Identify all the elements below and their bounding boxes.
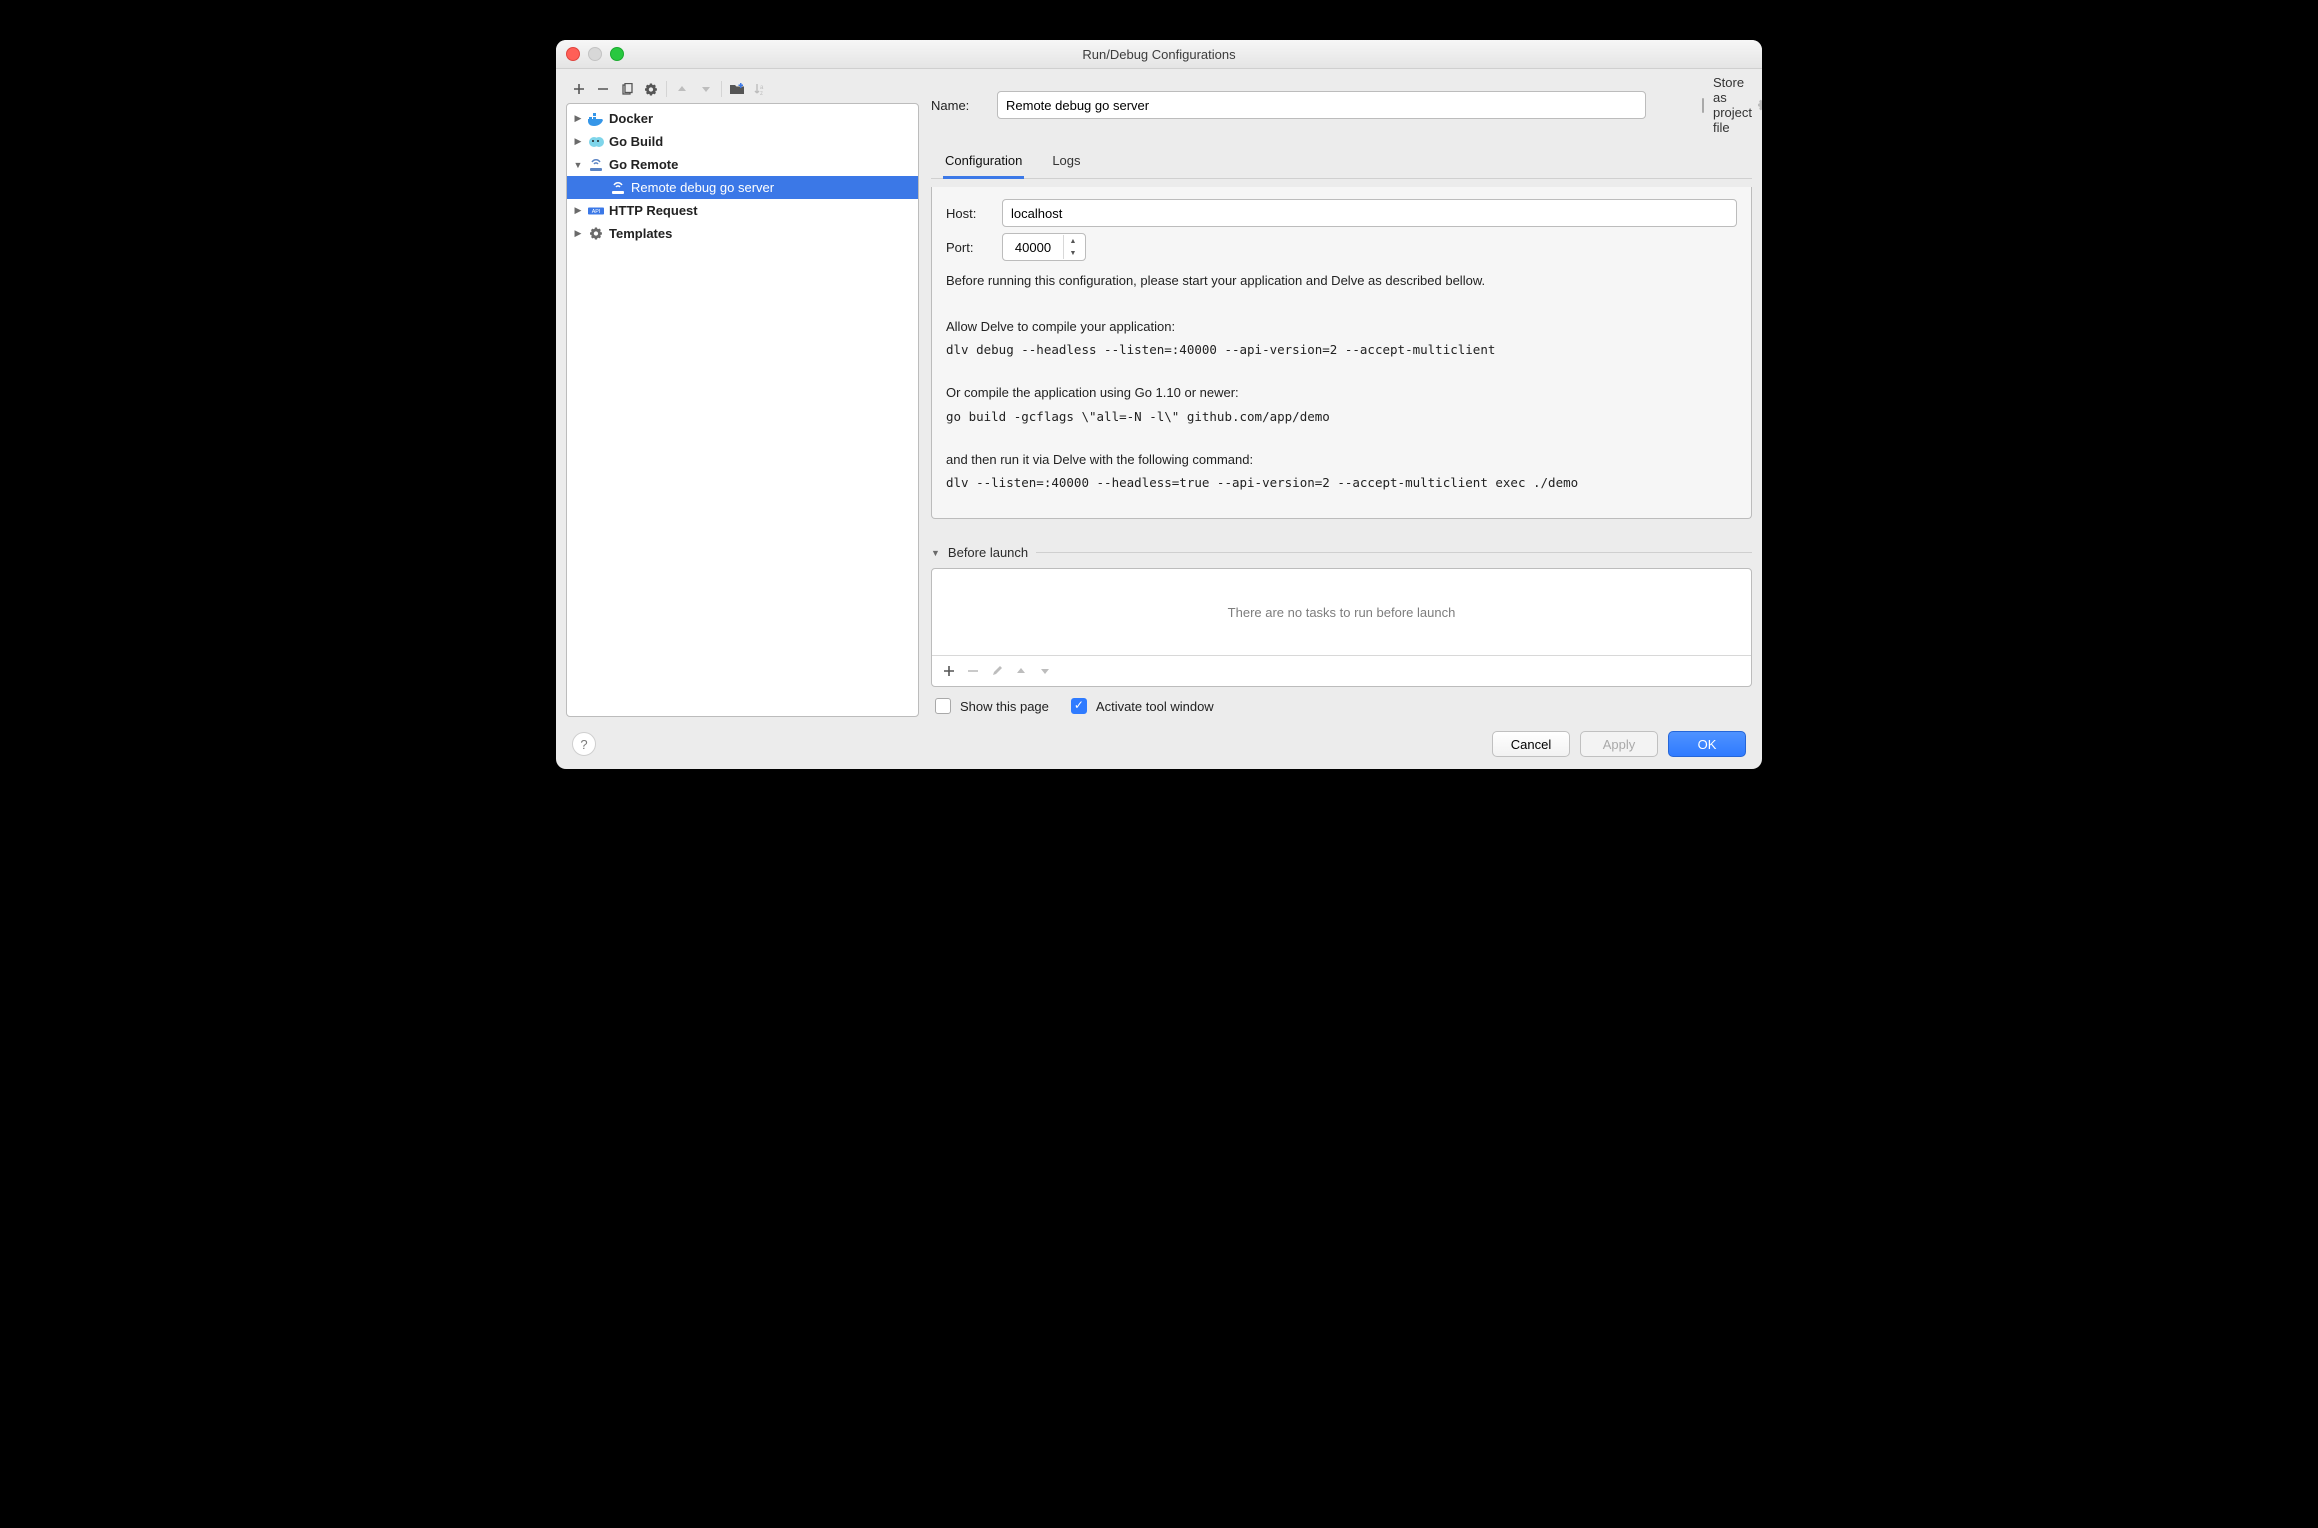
task-move-down-button[interactable] <box>1034 660 1056 682</box>
activate-tool-window-label: Activate tool window <box>1096 699 1214 714</box>
port-field[interactable] <box>1003 239 1063 256</box>
dialog-window: Run/Debug Configurations <box>556 40 1762 769</box>
activate-tool-window-check[interactable]: Activate tool window <box>1067 695 1214 717</box>
titlebar: Run/Debug Configurations <box>556 40 1762 69</box>
before-launch-list: There are no tasks to run before launch <box>931 568 1752 687</box>
info-line-2: Allow Delve to compile your application: <box>946 317 1737 337</box>
move-up-button[interactable] <box>671 78 693 100</box>
collapse-icon: ▼ <box>573 160 583 170</box>
show-this-page-label: Show this page <box>960 699 1049 714</box>
name-row: Name: Store as project file <box>931 75 1752 135</box>
window-minimize-button[interactable] <box>588 47 602 61</box>
go-build-icon <box>588 134 604 150</box>
main-panel: Name: Store as project file Configuratio… <box>931 75 1752 717</box>
config-tree[interactable]: ▶ Docker ▶ Go Build ▼ Go Remote <box>566 103 919 717</box>
expand-icon: ▶ <box>573 205 583 216</box>
tree-label: Remote debug go server <box>631 180 774 195</box>
toolbar-separator <box>666 81 667 97</box>
sidebar-toolbar: az <box>566 75 919 103</box>
show-this-page-check[interactable]: Show this page <box>931 695 1049 717</box>
sort-button[interactable]: az <box>750 78 772 100</box>
task-edit-button[interactable] <box>986 660 1008 682</box>
port-row: Port: ▲ ▼ <box>946 233 1737 261</box>
info-line-4: and then run it via Delve with the follo… <box>946 450 1737 470</box>
divider <box>1036 552 1752 553</box>
host-label: Host: <box>946 206 990 221</box>
configuration-panel: Host: Port: ▲ ▼ <box>931 187 1752 519</box>
apply-button[interactable]: Apply <box>1580 731 1658 757</box>
store-label: Store as project file <box>1713 75 1752 135</box>
svg-text:API: API <box>592 209 601 215</box>
tree-node-remote-debug-go-server[interactable]: Remote debug go server <box>567 176 918 199</box>
host-field[interactable] <box>1002 199 1737 227</box>
task-move-up-button[interactable] <box>1010 660 1032 682</box>
gear-icon[interactable] <box>1758 98 1762 112</box>
command-3: dlv --listen=:40000 --headless=true --ap… <box>946 475 1737 490</box>
folder-button[interactable] <box>726 78 748 100</box>
ok-button[interactable]: OK <box>1668 731 1746 757</box>
remove-config-button[interactable] <box>592 78 614 100</box>
tree-label: Go Remote <box>609 157 678 172</box>
port-step-up[interactable]: ▲ <box>1064 235 1082 247</box>
add-config-button[interactable] <box>568 78 590 100</box>
tree-label: HTTP Request <box>609 203 698 218</box>
expand-icon: ▶ <box>573 136 583 147</box>
tree-label: Go Build <box>609 134 663 149</box>
tree-label: Templates <box>609 226 672 241</box>
show-this-page-checkbox[interactable] <box>935 698 951 714</box>
http-request-icon: API <box>588 203 604 219</box>
store-checkbox[interactable] <box>1702 98 1704 113</box>
name-field[interactable] <box>997 91 1646 119</box>
before-launch-title: Before launch <box>948 545 1028 560</box>
store-as-project-file[interactable]: Store as project file <box>1698 75 1752 135</box>
port-stepper[interactable]: ▲ ▼ <box>1002 233 1086 261</box>
go-remote-leaf-icon <box>610 180 626 196</box>
before-launch-toolbar <box>932 655 1751 686</box>
port-label: Port: <box>946 240 990 255</box>
window-close-button[interactable] <box>566 47 580 61</box>
templates-icon <box>588 226 604 242</box>
expand-icon: ▶ <box>573 228 583 239</box>
go-remote-icon <box>588 157 604 173</box>
window-title: Run/Debug Configurations <box>556 47 1762 62</box>
tree-node-docker[interactable]: ▶ Docker <box>567 107 918 130</box>
traffic-lights <box>566 47 624 61</box>
svg-text:z: z <box>760 91 763 96</box>
collapse-icon[interactable]: ▼ <box>931 548 940 558</box>
tab-logs[interactable]: Logs <box>1050 149 1082 178</box>
expand-icon: ▶ <box>573 113 583 124</box>
before-launch-section: ▼ Before launch There are no tasks to ru… <box>931 545 1752 717</box>
tree-node-go-remote[interactable]: ▼ Go Remote <box>567 153 918 176</box>
activate-tool-window-checkbox[interactable] <box>1071 698 1087 714</box>
info-line-1: Before running this configuration, pleas… <box>946 271 1737 291</box>
before-launch-empty-text: There are no tasks to run before launch <box>932 569 1751 655</box>
tabs: Configuration Logs <box>931 143 1752 179</box>
port-step-down[interactable]: ▼ <box>1064 247 1082 259</box>
copy-config-button[interactable] <box>616 78 638 100</box>
help-button[interactable]: ? <box>572 732 596 756</box>
info-line-3: Or compile the application using Go 1.10… <box>946 383 1737 403</box>
cancel-button[interactable]: Cancel <box>1492 731 1570 757</box>
window-zoom-button[interactable] <box>610 47 624 61</box>
tree-label: Docker <box>609 111 653 126</box>
task-remove-button[interactable] <box>962 660 984 682</box>
host-row: Host: <box>946 199 1737 227</box>
dialog-footer: ? Cancel Apply OK <box>566 723 1752 759</box>
tab-configuration[interactable]: Configuration <box>943 149 1024 179</box>
sidebar: az ▶ Docker ▶ Go Build <box>566 75 919 717</box>
command-1: dlv debug --headless --listen=:40000 --a… <box>946 342 1737 357</box>
task-add-button[interactable] <box>938 660 960 682</box>
docker-icon <box>588 111 604 127</box>
tree-node-templates[interactable]: ▶ Templates <box>567 222 918 245</box>
command-2: go build -gcflags \"all=-N -l\" github.c… <box>946 409 1737 424</box>
tree-node-http-request[interactable]: ▶ API HTTP Request <box>567 199 918 222</box>
name-label: Name: <box>931 98 985 113</box>
tree-node-go-build[interactable]: ▶ Go Build <box>567 130 918 153</box>
toolbar-separator <box>721 81 722 97</box>
edit-defaults-button[interactable] <box>640 78 662 100</box>
move-down-button[interactable] <box>695 78 717 100</box>
